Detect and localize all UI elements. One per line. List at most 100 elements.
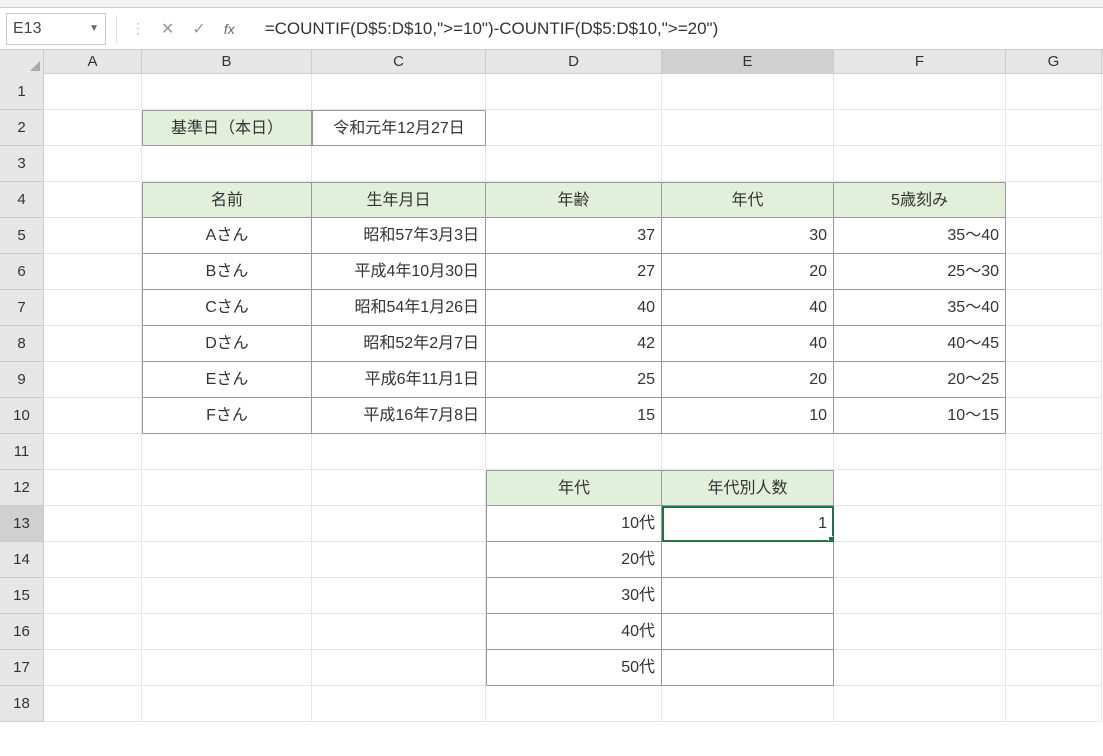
person-decade[interactable]: 20 bbox=[662, 254, 834, 290]
base-date-label[interactable]: 基準日（本日） bbox=[142, 110, 312, 146]
cell[interactable] bbox=[834, 650, 1006, 686]
cell[interactable] bbox=[834, 434, 1006, 470]
cell[interactable] bbox=[834, 614, 1006, 650]
cell[interactable] bbox=[1006, 434, 1102, 470]
col-label-decade[interactable]: 年代 bbox=[662, 182, 834, 218]
cell[interactable] bbox=[834, 506, 1006, 542]
person-birth[interactable]: 昭和52年2月7日 bbox=[312, 326, 486, 362]
name-box-dropdown-icon[interactable]: ▼ bbox=[89, 23, 99, 34]
col-label-name[interactable]: 名前 bbox=[142, 182, 312, 218]
cell[interactable] bbox=[662, 686, 834, 722]
col-header-B[interactable]: B bbox=[142, 50, 312, 73]
cell[interactable] bbox=[1006, 290, 1102, 326]
cell[interactable] bbox=[44, 290, 142, 326]
person-decade[interactable]: 10 bbox=[662, 398, 834, 434]
cell[interactable] bbox=[142, 542, 312, 578]
cell[interactable] bbox=[1006, 254, 1102, 290]
row-header[interactable]: 2 bbox=[0, 110, 44, 146]
person-name[interactable]: Dさん bbox=[142, 326, 312, 362]
cell[interactable] bbox=[1006, 110, 1102, 146]
cell[interactable] bbox=[662, 146, 834, 182]
row-header[interactable]: 10 bbox=[0, 398, 44, 434]
row-header[interactable]: 16 bbox=[0, 614, 44, 650]
sheet-area[interactable]: A B C D E F G 1 2 基準日（本日） 令和元年12月27日 bbox=[0, 50, 1103, 756]
row-header[interactable]: 13 bbox=[0, 506, 44, 542]
row-header[interactable]: 8 bbox=[0, 326, 44, 362]
cell[interactable] bbox=[662, 74, 834, 110]
cell[interactable] bbox=[312, 74, 486, 110]
row-header[interactable]: 12 bbox=[0, 470, 44, 506]
row-header[interactable]: 5 bbox=[0, 218, 44, 254]
summary-count[interactable]: 1 bbox=[662, 506, 834, 542]
cell[interactable] bbox=[834, 578, 1006, 614]
cell[interactable] bbox=[44, 578, 142, 614]
cell[interactable] bbox=[312, 614, 486, 650]
summary-label[interactable]: 20代 bbox=[486, 542, 662, 578]
person-birth[interactable]: 昭和57年3月3日 bbox=[312, 218, 486, 254]
row-header[interactable]: 11 bbox=[0, 434, 44, 470]
person-age[interactable]: 15 bbox=[486, 398, 662, 434]
cell[interactable] bbox=[142, 146, 312, 182]
cell[interactable] bbox=[44, 434, 142, 470]
summary-col-count[interactable]: 年代別人数 bbox=[662, 470, 834, 506]
cell[interactable] bbox=[44, 650, 142, 686]
cell[interactable] bbox=[1006, 398, 1102, 434]
fx-icon[interactable]: fx bbox=[224, 21, 235, 37]
col-header-F[interactable]: F bbox=[834, 50, 1006, 73]
person-age[interactable]: 25 bbox=[486, 362, 662, 398]
col-header-D[interactable]: D bbox=[486, 50, 662, 73]
person-decade[interactable]: 40 bbox=[662, 290, 834, 326]
person-age[interactable]: 40 bbox=[486, 290, 662, 326]
cell[interactable] bbox=[1006, 182, 1102, 218]
row-header[interactable]: 4 bbox=[0, 182, 44, 218]
cell[interactable] bbox=[312, 506, 486, 542]
cell[interactable] bbox=[44, 146, 142, 182]
cell[interactable] bbox=[44, 470, 142, 506]
cell[interactable] bbox=[834, 470, 1006, 506]
cell[interactable] bbox=[142, 506, 312, 542]
cell[interactable] bbox=[1006, 614, 1102, 650]
cell[interactable] bbox=[662, 434, 834, 470]
row-header[interactable]: 6 bbox=[0, 254, 44, 290]
row-header[interactable]: 17 bbox=[0, 650, 44, 686]
cell[interactable] bbox=[44, 182, 142, 218]
cell[interactable] bbox=[1006, 650, 1102, 686]
cell[interactable] bbox=[834, 542, 1006, 578]
person-range[interactable]: 35～40 bbox=[834, 290, 1006, 326]
person-name[interactable]: Eさん bbox=[142, 362, 312, 398]
cell[interactable] bbox=[142, 74, 312, 110]
cell[interactable] bbox=[486, 434, 662, 470]
person-birth[interactable]: 昭和54年1月26日 bbox=[312, 290, 486, 326]
cell[interactable] bbox=[834, 146, 1006, 182]
person-age[interactable]: 37 bbox=[486, 218, 662, 254]
summary-count[interactable] bbox=[662, 542, 834, 578]
cell[interactable] bbox=[142, 686, 312, 722]
cell[interactable] bbox=[44, 362, 142, 398]
person-name[interactable]: Aさん bbox=[142, 218, 312, 254]
person-decade[interactable]: 40 bbox=[662, 326, 834, 362]
cell[interactable] bbox=[486, 686, 662, 722]
cell[interactable] bbox=[312, 434, 486, 470]
summary-count[interactable] bbox=[662, 578, 834, 614]
cell[interactable] bbox=[834, 686, 1006, 722]
cell[interactable] bbox=[142, 470, 312, 506]
person-decade[interactable]: 20 bbox=[662, 362, 834, 398]
col-label-age[interactable]: 年齢 bbox=[486, 182, 662, 218]
cell[interactable] bbox=[142, 614, 312, 650]
person-name[interactable]: Cさん bbox=[142, 290, 312, 326]
person-age[interactable]: 27 bbox=[486, 254, 662, 290]
cell[interactable] bbox=[312, 542, 486, 578]
base-date-value[interactable]: 令和元年12月27日 bbox=[312, 110, 486, 146]
cell[interactable] bbox=[44, 506, 142, 542]
cell[interactable] bbox=[834, 74, 1006, 110]
col-header-A[interactable]: A bbox=[44, 50, 142, 73]
cell[interactable] bbox=[1006, 470, 1102, 506]
summary-label[interactable]: 50代 bbox=[486, 650, 662, 686]
cell[interactable] bbox=[1006, 506, 1102, 542]
cell[interactable] bbox=[44, 398, 142, 434]
cell[interactable] bbox=[312, 470, 486, 506]
cell[interactable] bbox=[1006, 578, 1102, 614]
cell[interactable] bbox=[662, 110, 834, 146]
person-birth[interactable]: 平成6年11月1日 bbox=[312, 362, 486, 398]
cell[interactable] bbox=[834, 110, 1006, 146]
